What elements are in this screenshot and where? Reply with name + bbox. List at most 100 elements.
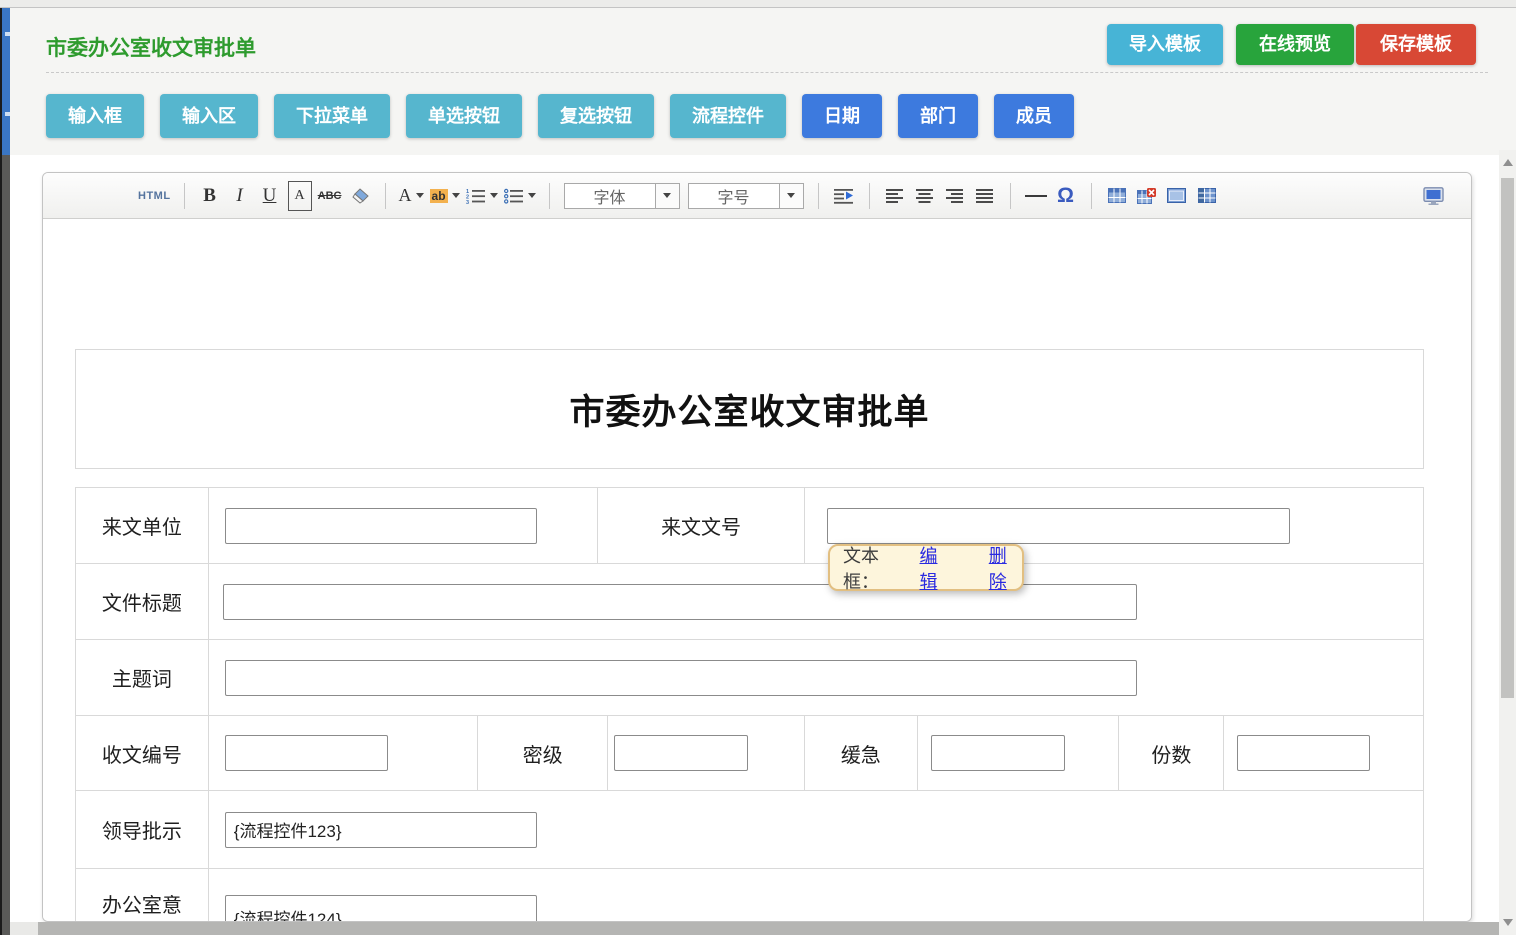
- table-properties-icon[interactable]: [1165, 181, 1189, 211]
- strikethrough-icon[interactable]: ABC: [318, 181, 342, 211]
- html-source-icon[interactable]: HTML: [138, 181, 171, 211]
- font-family-caret-icon: [655, 184, 679, 208]
- highlight-color-icon[interactable]: ab: [430, 181, 460, 211]
- toolbar-separator: [818, 183, 819, 209]
- copies-input[interactable]: [1237, 735, 1370, 771]
- label-cell: 收文编号: [76, 716, 209, 790]
- table-row: 文件标题: [76, 564, 1423, 640]
- form-title: 市委办公室收文审批单: [569, 384, 929, 435]
- delete-link[interactable]: 删除: [989, 542, 1022, 594]
- page-title: 市委办公室收文审批单: [46, 32, 256, 62]
- delete-table-icon[interactable]: [1135, 181, 1159, 211]
- italic-icon[interactable]: I: [228, 181, 252, 211]
- window-top-strip: [0, 0, 1516, 8]
- input-cell: [209, 716, 479, 790]
- input-cell: [608, 716, 805, 790]
- background-window-blue-edge: [0, 8, 10, 155]
- label-cell: 份数: [1119, 716, 1224, 790]
- urgency-input[interactable]: [931, 735, 1065, 771]
- ordered-list-icon[interactable]: 1 2 3: [466, 181, 498, 211]
- tooltip-label: 文本框：: [843, 542, 910, 594]
- table-row: 办公室意: [76, 869, 1423, 922]
- table-row: 收文编号 密级 缓急 份数: [76, 716, 1423, 791]
- document-number-input[interactable]: [827, 508, 1290, 544]
- receipt-number-input[interactable]: [225, 735, 388, 771]
- align-center-icon[interactable]: [913, 181, 937, 211]
- insert-table-icon[interactable]: [1105, 181, 1129, 211]
- widget-dropdown-button[interactable]: 下拉菜单: [274, 94, 390, 138]
- input-cell: [209, 564, 1423, 639]
- toolbar-separator: [549, 183, 550, 209]
- editor-toolbar: HTML B I U A ABC A ab 1: [43, 173, 1471, 219]
- horizontal-scrollbar-thumb[interactable]: [38, 922, 1499, 935]
- scroll-up-icon[interactable]: [1503, 159, 1513, 166]
- special-character-icon[interactable]: Ω: [1054, 181, 1078, 211]
- widget-input-box-button[interactable]: 输入框: [46, 94, 144, 138]
- toolbar-separator: [869, 183, 870, 209]
- office-opinion-input[interactable]: [225, 895, 537, 922]
- input-cell: [209, 869, 1423, 922]
- scroll-down-icon[interactable]: [1503, 919, 1513, 926]
- label-cell: 主题词: [76, 640, 209, 715]
- label-cell: 领导批示: [76, 791, 209, 868]
- secrecy-level-input[interactable]: [614, 735, 748, 771]
- toolbar-separator: [184, 183, 185, 209]
- label-cell: 文件标题: [76, 564, 209, 639]
- vertical-scrollbar[interactable]: [1499, 150, 1516, 935]
- input-cell: [1224, 716, 1423, 790]
- font-size-select[interactable]: 字号: [688, 183, 804, 209]
- bold-icon[interactable]: B: [198, 181, 222, 211]
- table-row: 来文单位 来文文号: [76, 488, 1423, 564]
- form-title-box: 市委办公室收文审批单: [75, 349, 1424, 469]
- leader-instructions-input[interactable]: [225, 812, 537, 848]
- eraser-icon[interactable]: [348, 181, 372, 211]
- import-template-button[interactable]: 导入模板: [1107, 24, 1223, 65]
- source-unit-input[interactable]: [225, 508, 537, 544]
- table-row: 主题词: [76, 640, 1423, 716]
- align-left-icon[interactable]: [883, 181, 907, 211]
- editor-area: HTML B I U A ABC A ab 1: [10, 155, 1499, 935]
- header-divider: [46, 72, 1488, 73]
- editor-canvas[interactable]: 市委办公室收文审批单 来文单位 来文文号 文件标题 主题词: [43, 219, 1471, 922]
- toolbar-separator: [1010, 183, 1011, 209]
- align-right-icon[interactable]: [943, 181, 967, 211]
- font-size-caret-icon: [779, 184, 803, 208]
- widget-date-button[interactable]: 日期: [802, 94, 882, 138]
- background-window-dark-edge: [0, 155, 10, 935]
- background-window-sliver: [0, 8, 10, 935]
- edit-link[interactable]: 编辑: [920, 542, 953, 594]
- scrollbar-thumb[interactable]: [1501, 178, 1514, 698]
- label-cell: 办公室意: [76, 869, 209, 922]
- save-template-button[interactable]: 保存模板: [1356, 24, 1476, 65]
- input-cell: [209, 791, 1423, 868]
- input-cell: [918, 716, 1120, 790]
- horizontal-rule-icon[interactable]: [1024, 181, 1048, 211]
- widget-button-row: 输入框 输入区 下拉菜单 单选按钮 复选按钮 流程控件 日期 部门 成员: [46, 94, 1074, 138]
- align-justify-icon[interactable]: [973, 181, 997, 211]
- header-panel: 市委办公室收文审批单 导入模板 在线预览 保存模板 输入框 输入区 下拉菜单 单…: [10, 8, 1516, 155]
- indent-icon[interactable]: [832, 181, 856, 211]
- online-preview-button[interactable]: 在线预览: [1236, 24, 1354, 65]
- widget-radio-button[interactable]: 单选按钮: [406, 94, 522, 138]
- cell-properties-icon[interactable]: [1195, 181, 1219, 211]
- widget-department-button[interactable]: 部门: [898, 94, 978, 138]
- font-family-select[interactable]: 字体: [564, 183, 680, 209]
- widget-input-area-button[interactable]: 输入区: [160, 94, 258, 138]
- input-cell: [209, 488, 598, 563]
- widget-checkbox-button[interactable]: 复选按钮: [538, 94, 654, 138]
- label-cell: 密级: [478, 716, 608, 790]
- svg-text:3: 3: [466, 200, 469, 204]
- unordered-list-icon[interactable]: [504, 181, 536, 211]
- label-cell: 来文文号: [598, 488, 805, 563]
- font-color-icon[interactable]: A: [399, 181, 424, 211]
- subject-words-input[interactable]: [225, 660, 1137, 696]
- horizontal-scrollbar[interactable]: [10, 922, 1499, 935]
- rich-text-editor: HTML B I U A ABC A ab 1: [42, 172, 1472, 922]
- boxed-font-icon[interactable]: A: [288, 181, 312, 211]
- label-cell: 缓急: [805, 716, 918, 790]
- underline-icon[interactable]: U: [258, 181, 282, 211]
- widget-member-button[interactable]: 成员: [994, 94, 1074, 138]
- toolbar-separator: [1091, 183, 1092, 209]
- fullscreen-icon[interactable]: [1421, 181, 1445, 211]
- widget-flow-control-button[interactable]: 流程控件: [670, 94, 786, 138]
